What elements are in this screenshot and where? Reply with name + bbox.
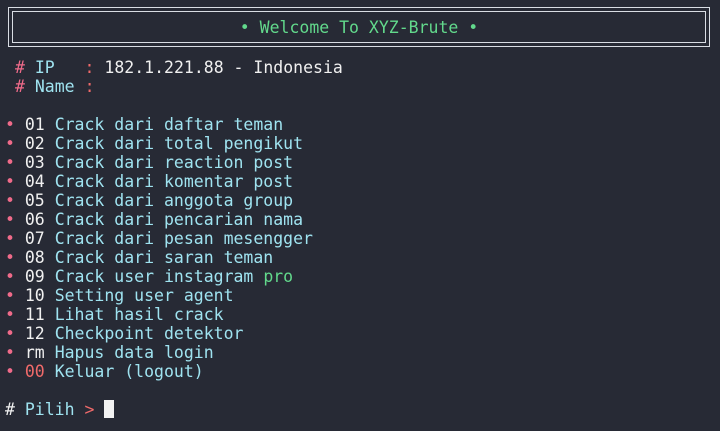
menu-item-number: 02 [24,134,45,153]
menu-item-02[interactable]: • 02 Crack dari total pengikut [5,134,303,153]
menu-item-number: 07 [24,229,45,248]
menu-item-number: 05 [24,191,45,210]
ip-separator: : [84,58,95,77]
menu-item-label: Crack dari daftar teman [54,115,284,134]
banner-title: • Welcome To XYZ-Brute • [239,17,479,37]
name-separator: : [84,77,95,96]
bullet-icon: • [5,324,15,343]
menu-item-number: 01 [24,115,45,134]
menu-item-number: 03 [24,153,45,172]
menu-item-label: Crack user instagram [54,267,264,286]
menu-item-number: 00 [24,362,45,381]
welcome-banner: • Welcome To XYZ-Brute • [8,7,710,47]
menu-item-number: 11 [24,305,45,324]
bullet-icon: • [5,172,15,191]
prompt-arrow: > [84,400,95,419]
menu-item-label: Checkpoint detektor [54,324,244,343]
menu-item-label: Crack dari pesan mesengger [54,229,313,248]
menu-item-08[interactable]: • 08 Crack dari saran teman [5,248,273,267]
hash-marker: # [15,58,25,77]
menu-item-number: 10 [24,286,45,305]
menu-item-number: 12 [24,324,45,343]
menu-item-11[interactable]: • 11 Lihat hasil crack [5,305,224,324]
menu-item-12[interactable]: • 12 Checkpoint detektor [5,324,243,343]
prompt-label: Pilih [24,400,75,419]
menu-item-04[interactable]: • 04 Crack dari komentar post [5,172,293,191]
menu-item-number: rm [24,343,45,362]
prompt-line[interactable]: # Pilih > [5,400,115,419]
name-line: # Name : [15,77,104,96]
bullet-icon: • [5,153,15,172]
menu-item-03[interactable]: • 03 Crack dari reaction post [5,153,293,172]
bullet-icon: • [5,134,15,153]
menu-item-rm[interactable]: • rm Hapus data login [5,343,214,362]
menu-item-label: Crack dari anggota group [54,191,294,210]
menu-item-07[interactable]: • 07 Crack dari pesan mesengger [5,229,313,248]
text-cursor[interactable] [104,400,115,418]
menu-item-label: Crack dari pencarian nama [54,210,304,229]
terminal-window: • Welcome To XYZ-Brute • # IP : 182.1.22… [0,0,720,431]
ip-line: # IP : 182.1.221.88 - Indonesia [15,58,343,77]
bullet-icon: • [5,343,15,362]
name-label: Name [34,77,75,96]
menu-item-badge: pro [263,267,294,286]
menu-item-label: Crack dari reaction post [54,153,294,172]
bullet-icon: • [5,305,15,324]
menu-item-label: Crack dari total pengikut [54,134,304,153]
bullet-icon: • [5,191,15,210]
menu-item-09[interactable]: • 09 Crack user instagram pro [5,267,293,286]
ip-value: 182.1.221.88 - Indonesia [104,58,343,77]
ip-label: IP [34,58,85,77]
menu-item-01[interactable]: • 01 Crack dari daftar teman [5,115,283,134]
menu-item-number: 04 [24,172,45,191]
menu-item-05[interactable]: • 05 Crack dari anggota group [5,191,293,210]
menu-item-label: Lihat hasil crack [54,305,224,324]
menu-item-label: Setting user agent [54,286,234,305]
menu-item-label: Crack dari komentar post [54,172,294,191]
menu-item-06[interactable]: • 06 Crack dari pencarian nama [5,210,303,229]
menu-item-number: 09 [24,267,45,286]
banner-inner-frame: • Welcome To XYZ-Brute • [12,11,706,43]
menu-item-10[interactable]: • 10 Setting user agent [5,286,234,305]
prompt-hash: # [5,400,15,419]
menu-item-label: Keluar (logout) [54,362,204,381]
menu-item-number: 06 [24,210,45,229]
hash-marker: # [15,77,25,96]
menu-item-label: Hapus data login [54,343,214,362]
bullet-icon: • [5,267,15,286]
menu-item-00[interactable]: • 00 Keluar (logout) [5,362,204,381]
bullet-icon: • [5,210,15,229]
bullet-icon: • [5,362,15,381]
menu-item-label: Crack dari saran teman [54,248,274,267]
bullet-icon: • [5,115,15,134]
menu-item-number: 08 [24,248,45,267]
bullet-icon: • [5,286,15,305]
bullet-icon: • [5,229,15,248]
bullet-icon: • [5,248,15,267]
